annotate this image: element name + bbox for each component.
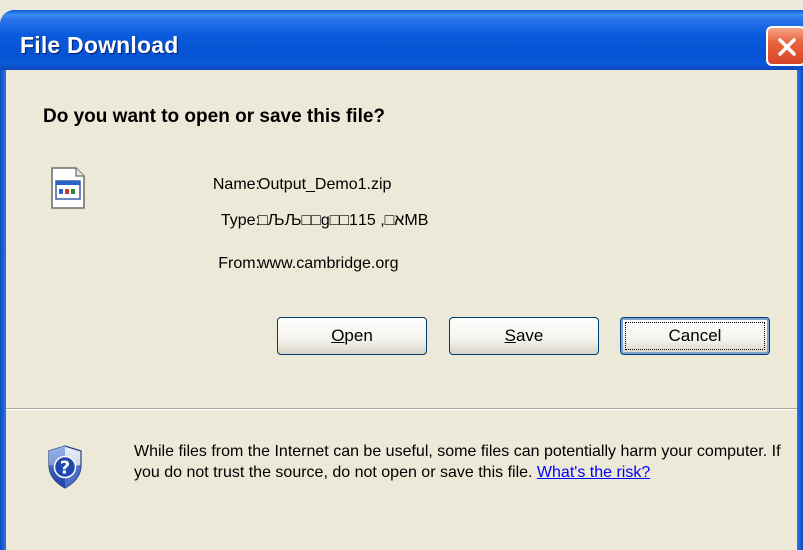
shield-icon: ?: [48, 445, 82, 489]
whats-the-risk-link[interactable]: What's the risk?: [537, 464, 650, 481]
window-frame-left: [0, 70, 6, 550]
window-title: File Download: [20, 32, 179, 58]
close-icon: [778, 38, 796, 56]
close-button[interactable]: [766, 26, 803, 66]
file-icon: [51, 167, 85, 209]
svg-text:?: ?: [60, 458, 70, 479]
from-value: www.cambridge.org: [258, 255, 399, 272]
window-frame-right: [797, 70, 803, 550]
security-warning: While files from the Internet can be use…: [134, 441, 784, 483]
save-button[interactable]: Save: [449, 317, 599, 355]
save-button-mnemonic: S: [504, 326, 516, 345]
separator: [6, 408, 797, 410]
open-button-label-post: pen: [344, 326, 373, 345]
from-label: From:: [218, 255, 260, 272]
dialog-question: Do you want to open or save this file?: [43, 106, 386, 127]
type-label: Type:: [220, 212, 260, 229]
name-label: Name:: [212, 176, 260, 193]
warning-text: While files from the Internet can be use…: [134, 443, 781, 481]
save-button-label-post: ave: [515, 326, 544, 345]
cancel-button[interactable]: Cancel: [620, 317, 770, 355]
open-button-mnemonic: O: [331, 326, 345, 345]
open-button[interactable]: Open: [277, 317, 427, 355]
type-value: □ЉЉ□□g□□א□, 115MB: [258, 212, 429, 229]
file-download-dialog: File Download Do you want to open or sav…: [0, 0, 803, 550]
name-value: Output_Demo1.zip: [258, 176, 392, 193]
focus-ring: [625, 322, 765, 350]
title-bar[interactable]: File Download: [0, 10, 803, 70]
